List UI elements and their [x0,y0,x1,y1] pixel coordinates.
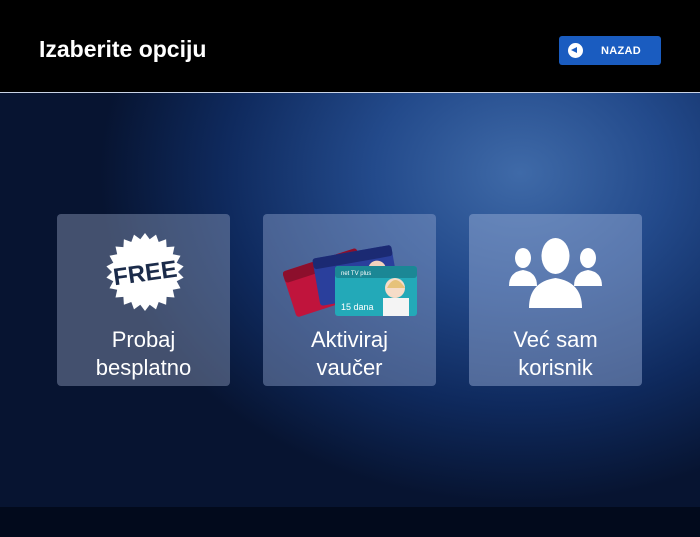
footer-bar [0,507,700,537]
option-existing-user-label: Već sam korisnik [513,327,598,380]
voucher-card-text: 15 dana [341,302,374,312]
option-activate-voucher[interactable]: net TV plus 15 dana Aktiviraj vaučer [263,214,436,386]
back-arrow-icon [568,43,583,58]
back-button-label: NAZAD [601,45,641,57]
option-free-trial-label: Probaj besplatno [95,327,192,380]
option-free-trial[interactable]: FREE Probaj besplatno [57,214,230,386]
users-icon [509,238,602,308]
page-title: Izaberite opciju [39,36,207,62]
voucher-cards-icon: net TV plus 15 dana [283,245,417,317]
svg-text:net TV plus: net TV plus [341,271,371,277]
free-badge-icon: FREE [106,233,184,311]
back-button[interactable]: NAZAD [559,36,661,65]
option-activate-voucher-label: Aktiviraj vaučer [310,327,388,380]
option-existing-user[interactable]: Već sam korisnik [469,214,642,386]
header: Izaberite opciju NAZAD [0,0,700,93]
